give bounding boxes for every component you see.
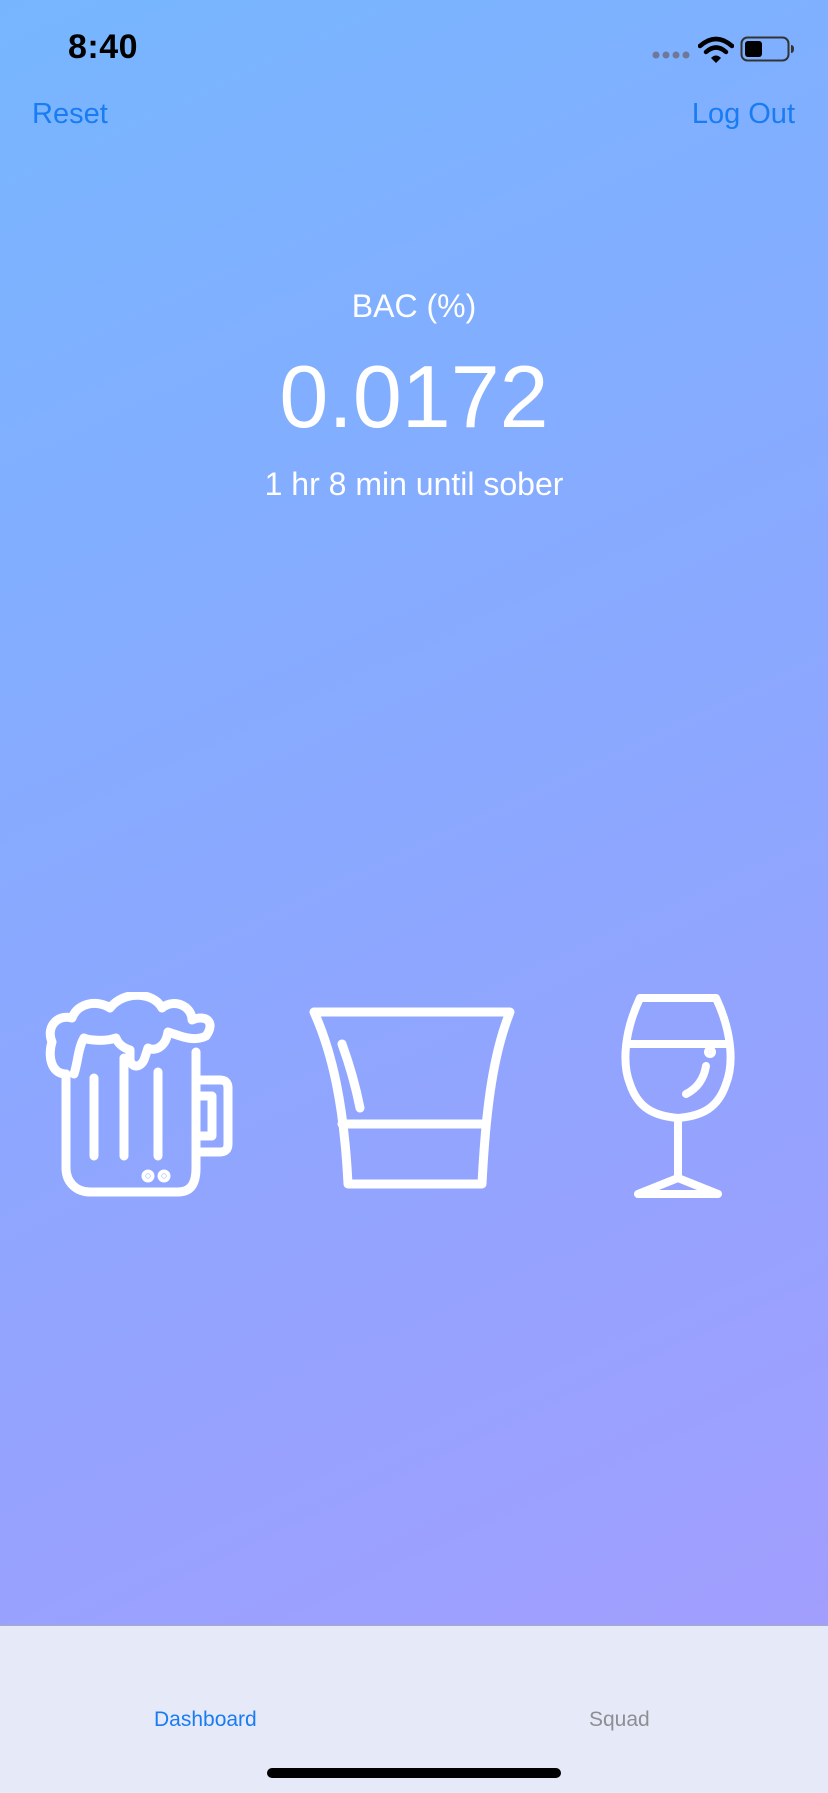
dashboard-screen: 8:40 Reset Log Out BAC (%) 0.0172 1 hr 8… — [0, 0, 828, 1793]
bac-display: BAC (%) 0.0172 1 hr 8 min until sober — [0, 288, 828, 503]
bac-label: BAC (%) — [351, 288, 477, 324]
beer-mug-icon — [45, 992, 233, 1197]
status-time: 8:40 — [68, 28, 139, 66]
log-out-button[interactable]: Log Out — [692, 98, 795, 131]
tab-dashboard[interactable]: Dashboard — [154, 1708, 257, 1732]
battery-icon — [740, 36, 794, 62]
wifi-icon — [698, 36, 734, 63]
add-wine-button[interactable] — [620, 992, 736, 1202]
bac-value: 0.0172 — [279, 347, 549, 446]
cellular-signal-icon — [652, 51, 690, 59]
shot-glass-icon — [309, 1007, 515, 1189]
home-indicator[interactable] — [267, 1768, 561, 1778]
tab-bar: Dashboard Squad — [0, 1625, 828, 1793]
time-until-sober: 1 hr 8 min until sober — [264, 466, 564, 502]
tab-squad[interactable]: Squad — [589, 1708, 650, 1732]
wine-glass-icon — [621, 994, 735, 1198]
status-bar: 8:40 — [0, 0, 828, 100]
add-shot-button[interactable] — [308, 1004, 518, 1194]
add-beer-button[interactable] — [44, 992, 258, 1198]
reset-button[interactable]: Reset — [32, 98, 108, 131]
